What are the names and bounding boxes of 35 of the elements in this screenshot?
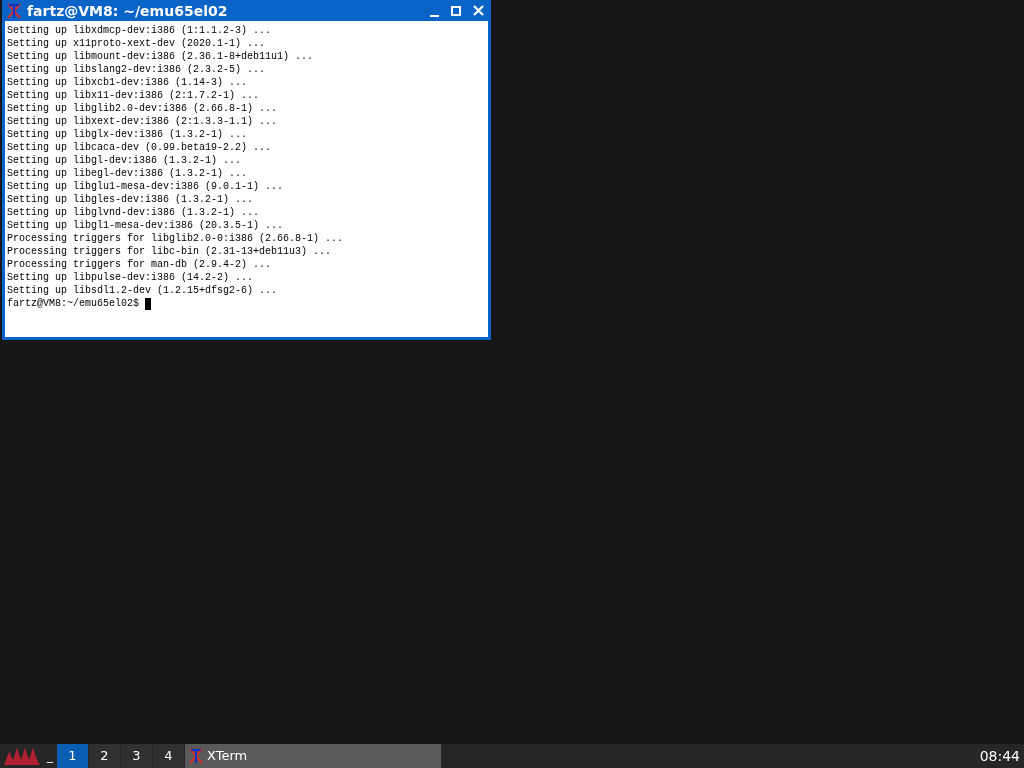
terminal-line: Setting up x11proto-xext-dev (2020.1-1) ... <box>7 37 266 50</box>
terminal-line: Setting up libglvnd-dev:i386 (1.3.2-1) ... <box>7 206 260 219</box>
terminal-line: Processing triggers for man-db (2.9.4-2) ... <box>7 258 272 271</box>
workspace-button[interactable]: 1 <box>57 744 88 768</box>
clock: 08:44 <box>979 746 1021 766</box>
terminal-line: Setting up libxcb1-dev:i386 (1.14-3) ... <box>7 76 248 89</box>
terminal-line: Setting up libglib2.0-dev:i386 (2.66.8-1) ... <box>7 102 278 115</box>
terminal-line: Setting up libgles-dev:i386 (1.3.2-1) ... <box>7 193 254 206</box>
workspace-button[interactable]: 2 <box>89 744 120 768</box>
terminal-line: Setting up libslang2-dev:i386 (2.3.2-5) ... <box>7 63 266 76</box>
workspace-button[interactable]: 4 <box>153 744 184 768</box>
terminal-line: Setting up libegl-dev:i386 (1.3.2-1) ... <box>7 167 248 180</box>
xterm-icon <box>189 748 203 764</box>
terminal-line: Setting up libglx-dev:i386 (1.3.2-1) ... <box>7 128 248 141</box>
terminal-line: Setting up libxext-dev:i386 (2:1.3.3-1.1) ... <box>7 115 278 128</box>
terminal-line: Setting up libxdmcp-dev:i386 (1:1.1.2-3) ... <box>7 24 272 37</box>
text-cursor <box>145 297 152 310</box>
close-icon <box>472 5 484 16</box>
show-desktop-button[interactable]: _ <box>44 744 56 768</box>
terminal-line: Setting up libsdl1.2-dev (1.2.15+dfsg2-6) ... <box>7 284 278 297</box>
task-button[interactable]: XTerm <box>185 744 441 768</box>
terminal-line: Setting up libglu1-mesa-dev:i386 (9.0.1-1) ... <box>7 180 284 193</box>
terminal-line: Setting up libx11-dev:i386 (2:1.7.2-1) ... <box>7 89 260 102</box>
shell-prompt: fartz@VM8:~/emu65el02$ <box>7 297 140 310</box>
terminal-line: Processing triggers for libglib2.0-0:i386 (2.66.8-1) ... <box>7 232 344 245</box>
terminal-line: Setting up libgl-dev:i386 (1.3.2-1) ... <box>7 154 242 167</box>
terminal-line: Setting up libmount-dev:i386 (2.36.1-8+deb11u1) ... <box>7 50 314 63</box>
terminal-line: Setting up libgl1-mesa-dev:i386 (20.3.5-1) ... <box>7 219 284 232</box>
terminal-line: Setting up libcaca-dev (0.99.beta19-2.2) ... <box>7 141 272 154</box>
terminal-line: Processing triggers for libc-bin (2.31-13+deb11u3) ... <box>7 245 332 258</box>
logo-icon <box>3 746 41 766</box>
window-title: fartz@VM8: ~/emu65el02 <box>27 3 228 18</box>
xterm-icon <box>7 2 21 19</box>
workspace-button[interactable]: 3 <box>121 744 152 768</box>
terminal-line: Setting up libpulse-dev:i386 (14.2-2) ... <box>7 271 254 284</box>
